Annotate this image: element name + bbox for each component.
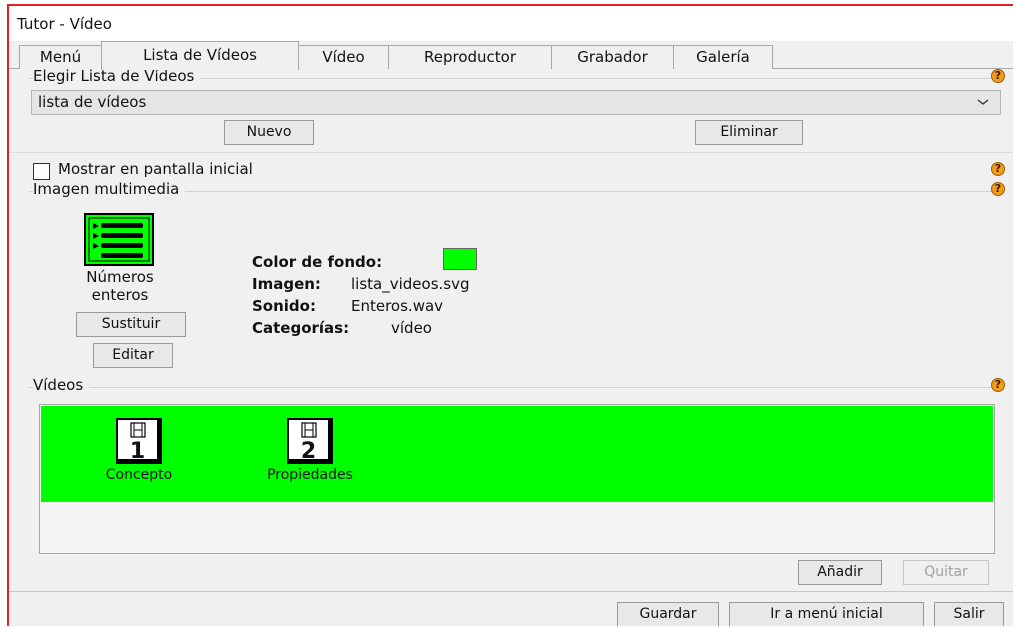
media-icon-caption-line2: enteros xyxy=(91,286,149,304)
tab-lista-de-videos[interactable]: Lista de Vídeos xyxy=(101,41,299,70)
bg-color-swatch[interactable] xyxy=(443,248,477,270)
exit-button[interactable]: Salir xyxy=(934,602,1004,626)
video-list-select-value: lista de vídeos xyxy=(38,93,147,111)
remove-video-button[interactable]: Quitar xyxy=(903,560,989,585)
help-icon[interactable]: ? xyxy=(991,182,1005,196)
footer-divider xyxy=(9,591,1013,592)
video-number: 2 xyxy=(300,439,317,464)
film-icon xyxy=(130,422,146,438)
new-list-button[interactable]: Nuevo xyxy=(224,120,314,145)
tab-bar: Menú Lista de Vídeos Vídeo Reproductor G… xyxy=(9,41,1013,70)
tab-reproductor[interactable]: Reproductor xyxy=(388,45,552,69)
help-icon[interactable]: ? xyxy=(991,69,1005,83)
bg-color-label: Color de fondo: xyxy=(252,253,383,271)
media-section-legend: Imagen multimedia xyxy=(33,180,186,198)
replace-image-button[interactable]: Sustituir xyxy=(76,312,186,337)
tutor-window: Tutor - Vídeo Menú Lista de Vídeos Vídeo… xyxy=(7,4,1013,626)
film-icon xyxy=(301,422,317,438)
title-bar: Tutor - Vídeo xyxy=(9,6,1013,41)
film-icon: 1 xyxy=(116,418,162,464)
show-initial-label[interactable]: Mostrar en pantalla inicial xyxy=(58,160,253,178)
media-icon-caption-line1: Números xyxy=(86,268,154,286)
video-name: Concepto xyxy=(105,467,173,483)
add-video-button[interactable]: Añadir xyxy=(798,560,882,585)
window-title: Tutor - Vídeo xyxy=(17,15,112,33)
categories-label: Categorías: xyxy=(252,319,350,337)
tab-galeria[interactable]: Galería xyxy=(673,45,773,69)
categories-value: vídeo xyxy=(391,319,432,337)
film-icon: 2 xyxy=(287,418,333,464)
videos-section-divider xyxy=(29,387,1003,388)
videos-section-legend: Vídeos xyxy=(33,376,90,394)
help-icon[interactable]: ? xyxy=(991,378,1005,392)
home-menu-button[interactable]: Ir a menú inicial xyxy=(729,602,924,626)
videos-list[interactable]: 1 Concepto 2 Propiedades xyxy=(39,404,995,554)
image-value: lista_videos.svg xyxy=(351,275,470,293)
videos-list-area: 1 Concepto 2 Propiedades xyxy=(41,406,993,502)
chevron-down-icon xyxy=(977,99,989,105)
save-button[interactable]: Guardar xyxy=(617,602,719,626)
tab-menu[interactable]: Menú xyxy=(19,45,102,69)
video-number: 1 xyxy=(129,439,146,464)
tab-video[interactable]: Vídeo xyxy=(298,45,389,69)
video-name: Propiedades xyxy=(267,467,353,483)
delete-list-button[interactable]: Eliminar xyxy=(695,120,803,145)
section-separator xyxy=(9,152,1013,153)
video-list-select[interactable]: lista de vídeos xyxy=(31,90,1001,115)
help-icon[interactable]: ? xyxy=(991,162,1005,176)
edit-image-button[interactable]: Editar xyxy=(93,343,173,368)
sound-value: Enteros.wav xyxy=(351,297,444,315)
tab-grabador[interactable]: Grabador xyxy=(551,45,674,69)
list-item[interactable]: 1 Concepto xyxy=(89,418,189,483)
video-list-icon xyxy=(84,213,154,266)
image-label: Imagen: xyxy=(252,275,321,293)
show-initial-checkbox[interactable] xyxy=(33,163,50,180)
list-item[interactable]: 2 Propiedades xyxy=(245,418,375,483)
sound-label: Sonido: xyxy=(252,297,316,315)
